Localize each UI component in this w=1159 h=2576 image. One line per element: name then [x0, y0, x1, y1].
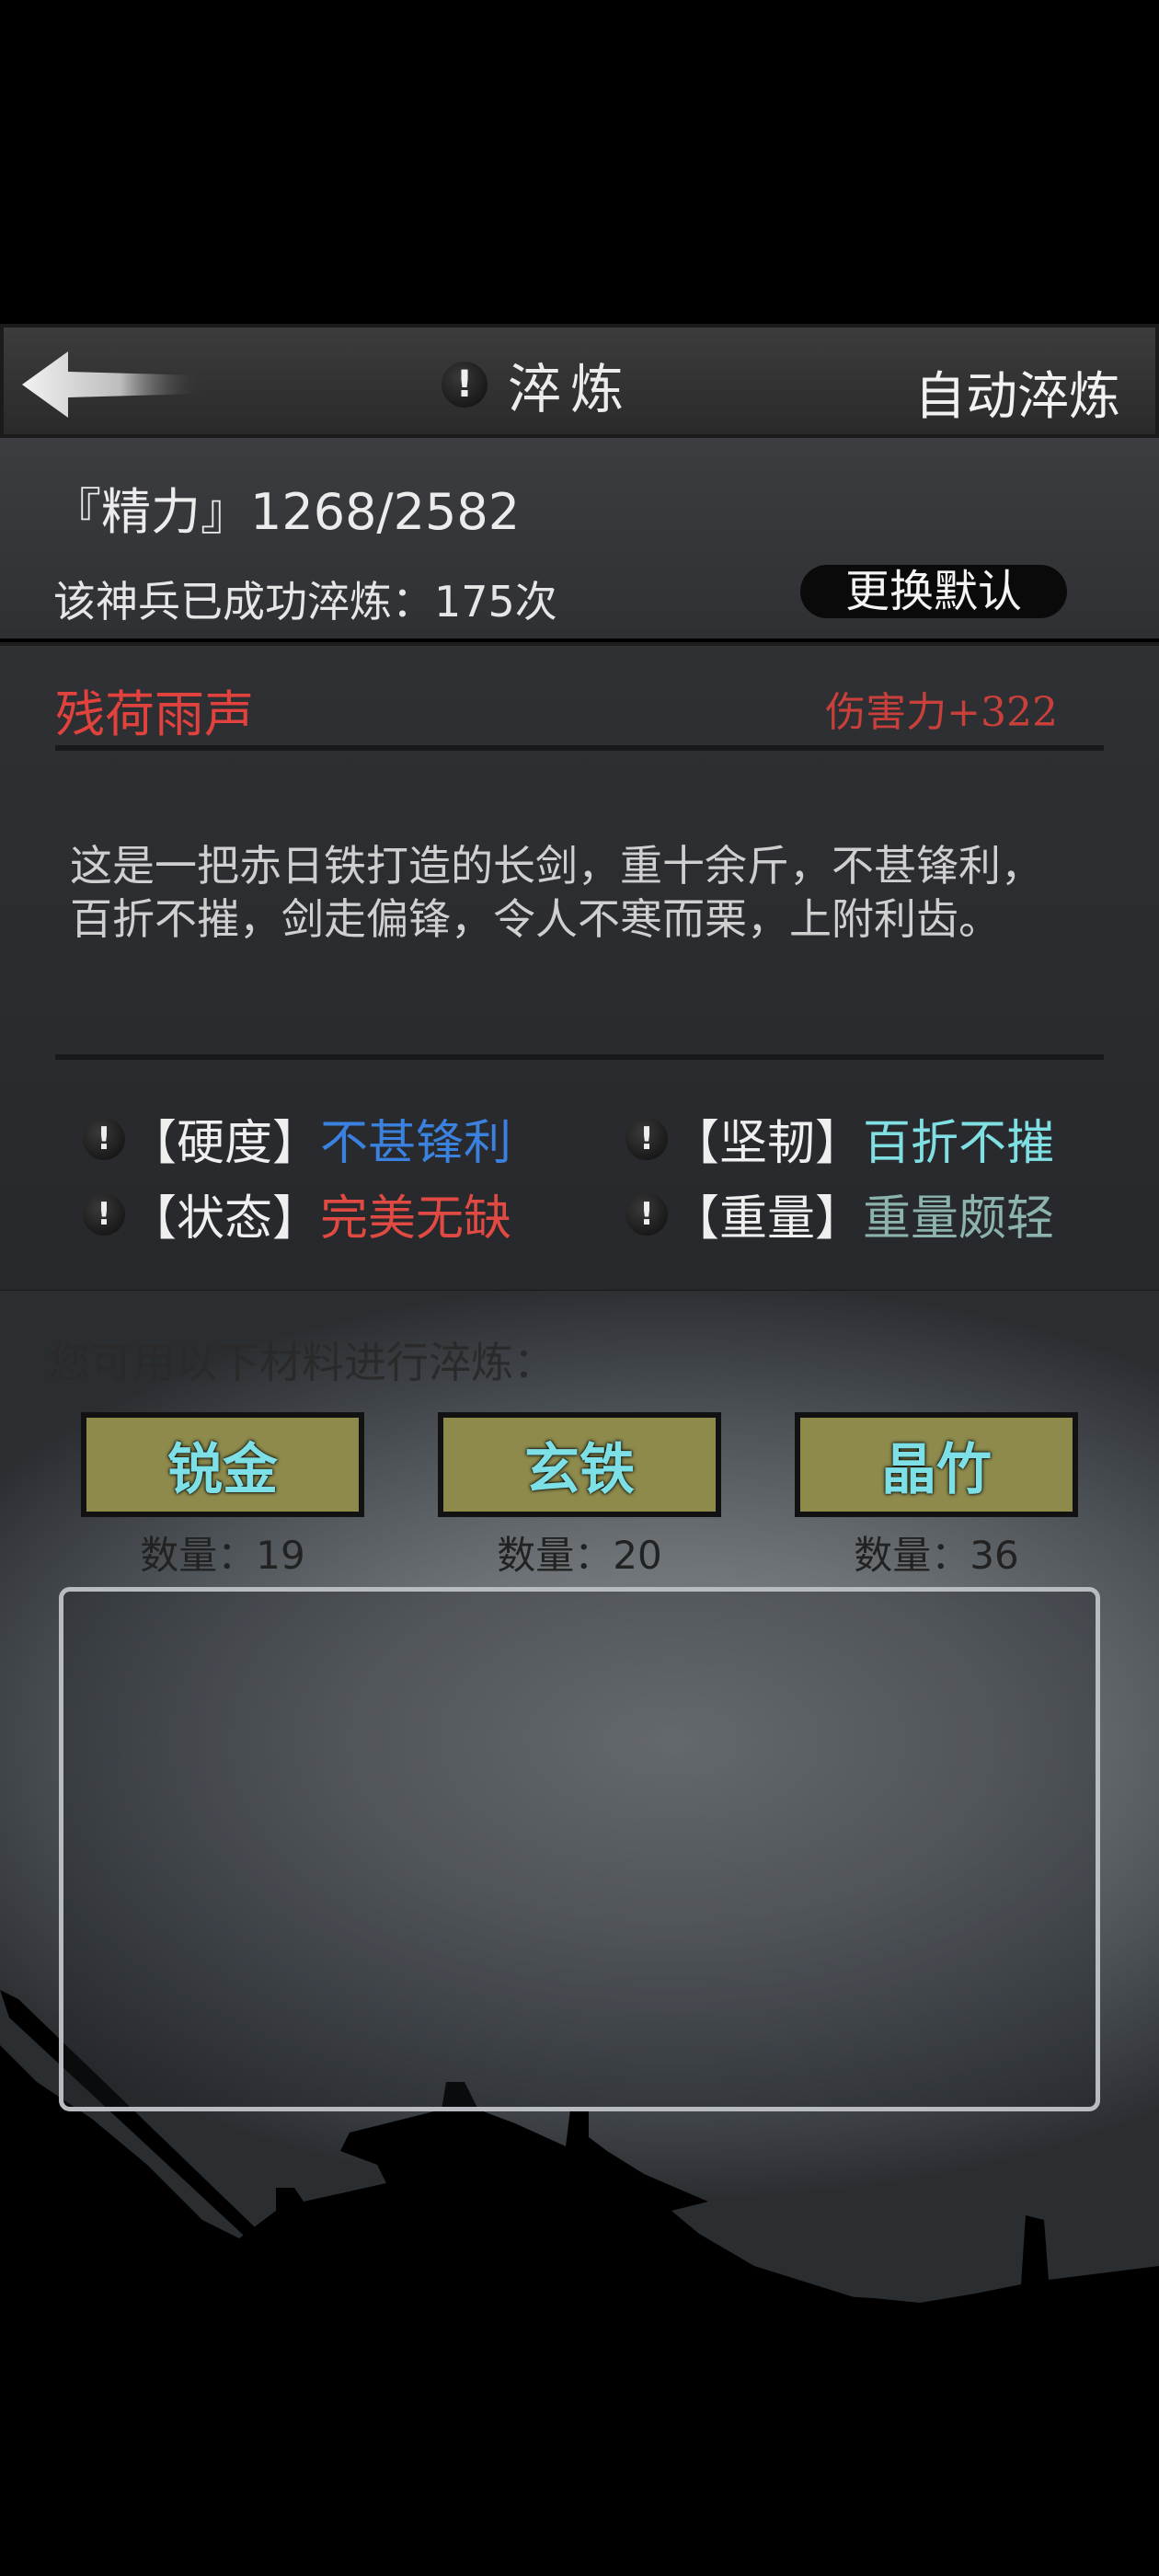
attr-value: 完美无缺	[320, 1191, 512, 1247]
divider	[55, 1054, 1104, 1060]
material-xuantie: 玄铁 数量：20	[438, 1412, 721, 1581]
attr-hardness: ! 【硬度】 不甚锋利	[83, 1104, 511, 1173]
attr-value: 不甚锋利	[320, 1116, 512, 1171]
material-jingzhu: 晶竹 数量：36	[795, 1412, 1078, 1581]
page-title: 淬炼	[508, 358, 634, 420]
material-name: 锐金	[86, 1418, 359, 1512]
material-quantity: 数量：19	[140, 1533, 305, 1578]
back-arrow-icon	[22, 351, 201, 418]
material-ruijin: 锐金 数量：19	[81, 1412, 364, 1581]
material-name: 晶竹	[800, 1418, 1073, 1512]
attr-label: 【硬度】	[129, 1116, 321, 1171]
description-line: 这是一把赤日铁打造的长剑，重十余斤，不甚锋利，	[70, 841, 1043, 891]
info-icon[interactable]: !	[625, 1117, 668, 1160]
info-icon[interactable]: !	[442, 362, 488, 408]
back-button[interactable]	[20, 348, 204, 421]
attr-value: 重量颇轻	[863, 1191, 1055, 1247]
material-name: 玄铁	[443, 1418, 716, 1512]
weapon-panel: 残荷雨声 伤害力+322 这是一把赤日铁打造的长剑，重十余斤，不甚锋利， 百折不…	[0, 642, 1159, 1294]
weapon-description: 这是一把赤日铁打造的长剑，重十余斤，不甚锋利， 百折不摧，剑走偏锋，令人不寒而栗…	[70, 839, 1100, 946]
refine-screen: ! 淬炼 自动淬炼 『精力』1268/2582 该神兵已成功淬炼：175次 更换…	[0, 324, 1159, 2576]
divider	[55, 745, 1104, 751]
attr-label: 【状态】	[129, 1191, 321, 1247]
info-icon[interactable]: !	[83, 1117, 125, 1160]
material-quantity: 数量：36	[854, 1533, 1019, 1578]
attr-label: 【重量】	[671, 1191, 864, 1247]
material-button[interactable]: 晶竹	[795, 1412, 1078, 1517]
energy-text: 『精力』1268/2582	[52, 483, 521, 541]
info-icon[interactable]: !	[625, 1192, 668, 1236]
attr-value: 百折不摧	[863, 1116, 1055, 1171]
refine-drop-area[interactable]	[59, 1587, 1100, 2111]
change-default-button[interactable]: 更换默认	[800, 565, 1067, 618]
materials-label: 您可用以下材料进行淬炼：	[48, 1338, 556, 1387]
title-group: ! 淬炼	[442, 350, 633, 420]
attr-weight: ! 【重量】 重量颇轻	[625, 1179, 1054, 1248]
refine-count-text: 该神兵已成功淬炼：175次	[53, 577, 557, 627]
materials-area: 您可用以下材料进行淬炼： 锐金 数量：19 玄铁 数量：20 晶竹 数量：36	[0, 1291, 1159, 2576]
top-bar: ! 淬炼 自动淬炼	[0, 324, 1159, 438]
auto-refine-button[interactable]: 自动淬炼	[914, 355, 1120, 430]
weapon-name: 残荷雨声	[55, 685, 254, 743]
damage-text: 伤害力+322	[825, 689, 1058, 736]
info-icon[interactable]: !	[83, 1192, 125, 1236]
material-button[interactable]: 玄铁	[438, 1412, 721, 1517]
material-quantity: 数量：20	[497, 1533, 662, 1578]
attr-status: ! 【状态】 完美无缺	[83, 1179, 511, 1248]
description-line: 百折不摧，剑走偏锋，令人不寒而栗，上附利齿。	[70, 894, 1001, 944]
stats-panel: 『精力』1268/2582 该神兵已成功淬炼：175次 更换默认	[0, 438, 1159, 638]
attr-toughness: ! 【坚韧】 百折不摧	[625, 1104, 1054, 1173]
material-button[interactable]: 锐金	[81, 1412, 364, 1517]
attr-label: 【坚韧】	[671, 1116, 864, 1171]
